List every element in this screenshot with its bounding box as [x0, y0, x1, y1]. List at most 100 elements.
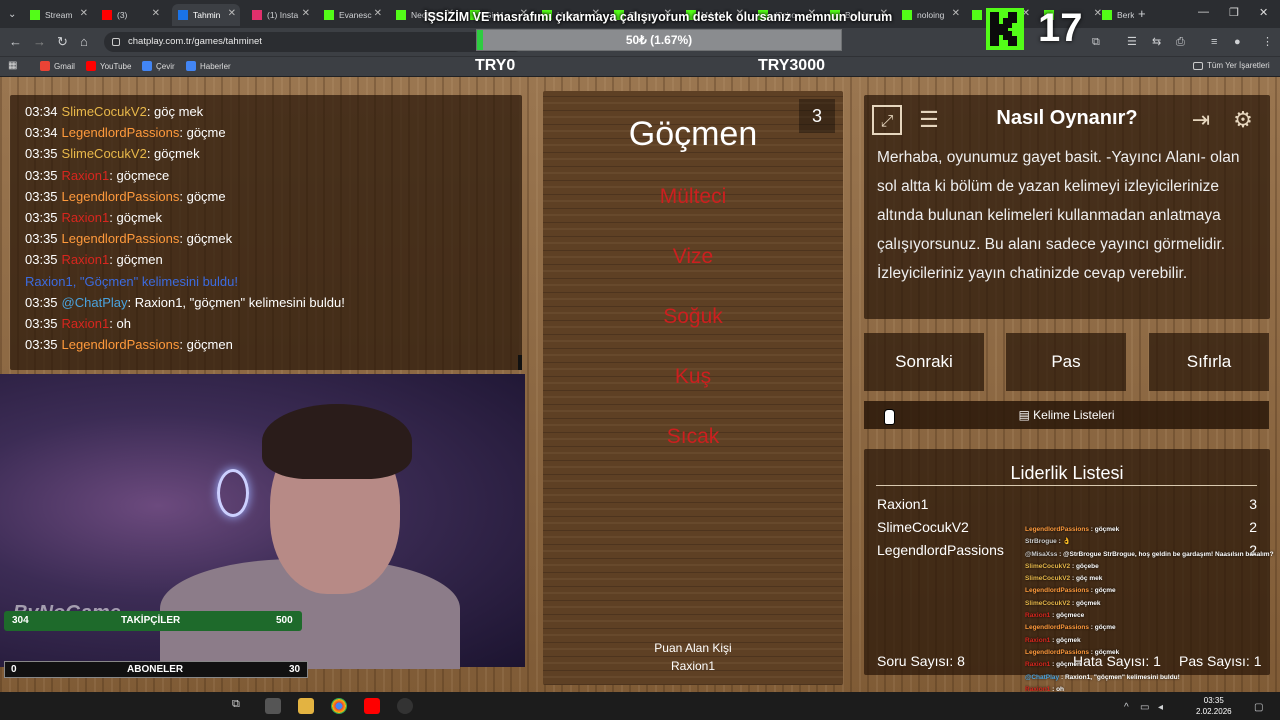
overlay-chat-user: LegendlordPassions [1025, 648, 1089, 656]
overlay-chat-message: SlimeCocukV2 : göç mek [1025, 573, 1275, 585]
exit-icon[interactable]: ⇥ [1186, 105, 1216, 135]
donation-progress-text: 50₺ (1.67%) [625, 33, 693, 47]
chat-timestamp: 03:34 [25, 125, 58, 141]
overlay-chat-message: LegendlordPassions : göçme [1025, 622, 1275, 634]
browser-tab[interactable]: (1) Insta ✕ [246, 4, 314, 26]
profile-icon[interactable]: ● [1234, 34, 1241, 50]
tab-favicon-icon [252, 10, 262, 20]
reload-icon[interactable]: ↻ [57, 34, 68, 50]
tab-close-icon[interactable]: ✕ [302, 8, 310, 19]
youtube-icon[interactable] [364, 698, 380, 714]
tab-search-icon[interactable]: ⌄ [8, 7, 16, 23]
notification-icon[interactable]: ▢ [1254, 700, 1263, 716]
overlay-chat-text: göçme [1094, 624, 1116, 632]
site-info-icon[interactable] [112, 38, 120, 46]
browser-tab[interactable]: Evanesc ✕ [318, 4, 386, 26]
bookmark-item[interactable]: Gmail [40, 61, 75, 71]
chat-timestamp: 03:35 [25, 167, 58, 183]
overlay-chat-user: Raxion1 [1025, 612, 1051, 620]
home-icon[interactable]: ⌂ [80, 34, 88, 50]
question-count: Soru Sayısı: 8 [877, 653, 965, 669]
tab-strip-icon[interactable]: ≡ [1211, 34, 1217, 50]
all-bookmarks[interactable]: Tüm Yer İşaretleri [1193, 61, 1270, 70]
bookmark-item[interactable]: Haberler [186, 61, 231, 71]
chat-timestamp: 03:35 [25, 315, 58, 331]
follower-goal-bar: 304 TAKİPÇİLER 500 [4, 611, 302, 631]
browser-tab[interactable]: Tahmin ✕ [172, 4, 240, 26]
tab-close-icon[interactable]: ✕ [228, 8, 236, 19]
translate-icon[interactable]: ⇆ [1152, 34, 1161, 50]
leaderboard-row: Raxion1 3 [877, 496, 1257, 512]
stream-title: İŞSİZİM VE masrafımı çıkarmaya çalışıyor… [424, 10, 893, 24]
tab-favicon-icon [178, 10, 188, 20]
close-window-icon[interactable]: ✕ [1259, 6, 1268, 19]
settings-gear-icon[interactable]: ⚙ [1228, 105, 1258, 135]
tab-label: Berkch [1117, 10, 1134, 20]
pass-button[interactable]: Pas [1006, 333, 1126, 391]
chat-timestamp: 03:35 [25, 188, 58, 204]
overlay-chat-user: Raxion1 [1025, 661, 1051, 669]
overlay-chat-text: Raxion1, "göçmen" kelimesini buldu! [1064, 673, 1180, 681]
volume-icon[interactable]: ◂ [1158, 700, 1163, 716]
overlay-chat-message: Raxion1 : göçmece [1025, 610, 1275, 622]
chat-timestamp: 03:35 [25, 337, 58, 353]
chrome-icon[interactable] [331, 698, 347, 714]
apps-icon[interactable]: ▦ [8, 60, 17, 71]
chat-timestamp: 03:35 [25, 209, 58, 225]
minimize-icon[interactable]: — [1198, 6, 1209, 18]
overlay-chat-user: SlimeCocukV2 [1025, 575, 1071, 583]
back-icon[interactable]: ← [9, 34, 22, 50]
next-button[interactable]: Sonraki [864, 333, 984, 391]
overlay-chat-user: LegendlordPassions [1025, 587, 1089, 595]
print-icon[interactable]: ⎙ [1176, 34, 1185, 50]
chat-username: @ChatPlay [61, 294, 128, 310]
chat-username: LegendlordPassions [61, 337, 180, 353]
new-tab-button[interactable]: + [1138, 6, 1146, 22]
tab-close-icon[interactable]: ✕ [152, 8, 160, 19]
task-view-icon[interactable]: ⧉ [232, 698, 248, 714]
chat-panel: 03:34 SlimeCocukV2: göç mek 03:34 Legendlor… [10, 95, 522, 370]
network-icon[interactable]: ▭ [1140, 700, 1149, 716]
overlay-chat-message: SlimeCocukV2 : göçebe [1025, 561, 1275, 573]
system-clock[interactable]: 03:35 2.02.2026 [1196, 695, 1232, 717]
donation-goal-bar: 50₺ (1.67%) [476, 29, 842, 51]
target-word: Göçmen [628, 115, 758, 153]
app-icon[interactable] [265, 698, 281, 714]
browser-tab[interactable]: (3) ✕ [96, 4, 164, 26]
overlay-chat-text: göçmek [1094, 526, 1120, 533]
extensions-icon[interactable]: ☰ [1127, 34, 1137, 50]
forward-icon[interactable]: → [33, 34, 46, 50]
extension-icon[interactable]: ⧉ [1092, 34, 1100, 50]
maximize-icon[interactable]: ❐ [1229, 6, 1239, 19]
obs-icon[interactable] [397, 698, 413, 714]
overlay-chat-text: göçmek [1094, 648, 1120, 656]
overlay-chat-text: göç mek [1075, 575, 1103, 583]
reset-button[interactable]: Sıfırla [1149, 333, 1269, 391]
mouse-cursor [885, 410, 894, 424]
overlay-chat-text: göçmece [1056, 612, 1085, 620]
browser-tab[interactable]: Stream ✕ [24, 4, 92, 26]
menu-icon[interactable]: ⋮ [1262, 34, 1273, 50]
tab-close-icon[interactable]: ✕ [80, 8, 88, 19]
word-lists-button[interactable]: ▤ Kelime Listeleri [864, 401, 1269, 429]
bookmark-favicon-icon [40, 61, 50, 71]
file-explorer-icon[interactable] [298, 698, 314, 714]
chat-separator: : [146, 104, 155, 119]
clock-date: 2.02.2026 [1196, 707, 1232, 716]
browser-tab[interactable]: Berkch [1096, 4, 1134, 26]
tab-close-icon[interactable]: ✕ [952, 8, 960, 19]
browser-tab[interactable]: noloing ✕ [896, 4, 964, 26]
url-field[interactable]: chatplay.com.tr/games/tahminet [104, 32, 524, 52]
tab-close-icon[interactable]: ✕ [374, 8, 382, 19]
overlay-chat-text: @StrBrogue StrBrogue, hoş geldin be gard… [1063, 550, 1275, 558]
chat-scrollbar[interactable] [518, 355, 522, 370]
bookmark-item[interactable]: Çevir [142, 61, 175, 71]
round-counter: 3 [799, 99, 835, 133]
overlay-chat-message: LegendlordPassions : göçmek [1025, 524, 1275, 536]
tray-overflow-icon[interactable]: ^ [1124, 700, 1129, 716]
chat-text: oh [116, 315, 131, 331]
tab-label: Evanesc [339, 10, 372, 20]
tab-label: Stream [45, 10, 73, 20]
chat-message: 03:35 LegendlordPassions: göçme [25, 186, 522, 207]
bookmark-item[interactable]: YouTube [86, 61, 131, 71]
